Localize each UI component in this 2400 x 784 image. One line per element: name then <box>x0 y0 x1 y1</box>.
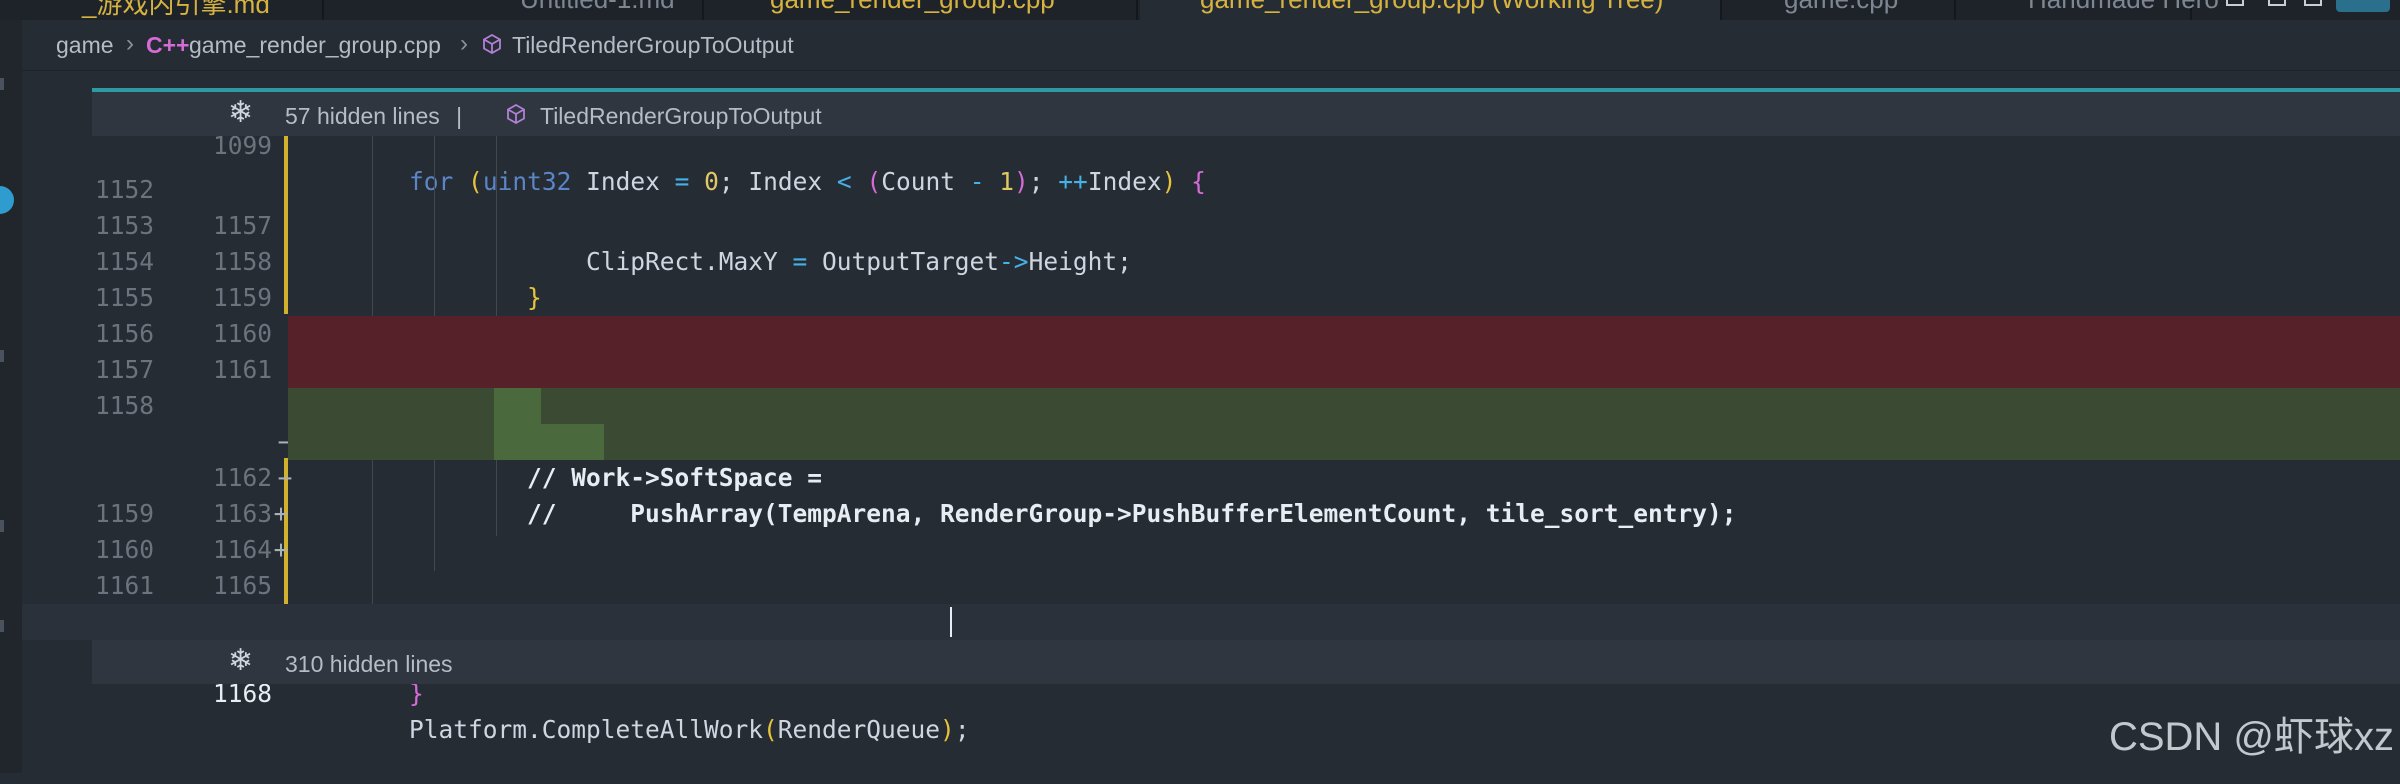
fold-symbol[interactable]: TiledRenderGroupToOutput <box>540 103 822 130</box>
deleted-line-bg: Work->SoftSpace = <box>288 316 2400 384</box>
code-line: 1159 1164 <box>22 460 2400 564</box>
tab-strip: _游戏内引擎.md Untitled-1.md game_render_grou… <box>0 0 2400 20</box>
text-cursor <box>950 607 952 637</box>
activity-marker <box>0 520 4 532</box>
code-line: 1161 1166 } <box>22 532 2400 672</box>
unfold-icon[interactable]: ❄ <box>228 643 253 678</box>
inserted-line-bg: // PushArray(TempArena, RenderGroup->Pus… <box>288 424 2400 528</box>
tab-working-tree-diff[interactable]: game_render_group.cpp (Working Tree) <box>1140 0 1722 20</box>
method-cube-icon <box>507 104 525 124</box>
fold-label: 57 hidden lines | <box>285 103 462 130</box>
code-line-current: 1163 1168 Platform.CompleteAllWork(Rende… <box>22 604 2400 744</box>
tab-label: Untitled-1.md <box>520 0 675 15</box>
source-control-badge-icon[interactable] <box>0 186 14 214</box>
activity-marker <box>0 620 4 632</box>
code-line: 1153 1158 } <box>22 172 2400 312</box>
tab-game-render-group[interactable]: game_render_group.cpp <box>706 0 1138 20</box>
inserted-line-bg: // Work->SoftSpace = <box>288 388 2400 492</box>
tab-label: game_render_group.cpp (Working Tree) <box>1200 0 1663 15</box>
split-editor-icon[interactable] <box>2226 0 2244 6</box>
watermark: CSDN @虾球xz <box>2108 715 2394 759</box>
unfold-icon[interactable]: ❄ <box>228 95 253 130</box>
code-line: 1098 1099 for (uint32 Index = 0; Index <… <box>22 56 2400 196</box>
toggle-layout-icon[interactable] <box>2268 0 2286 6</box>
activity-marker <box>0 78 4 90</box>
hidden-lines-count: 57 hidden lines <box>285 103 440 129</box>
code-line: 1152 1157 ClipRect.MaxY = OutputTarget->… <box>22 136 2400 276</box>
tab-untitled[interactable]: Untitled-1.md <box>450 0 704 20</box>
inline-change-highlight <box>494 388 541 424</box>
code-text: Platform.CompleteAllWork(RenderQueue); <box>350 715 970 744</box>
code-line: 1160 1165 Platform.AddEntry(RenderQueue,… <box>22 496 2400 636</box>
diff-editor[interactable]: 1098 1099 for (uint32 Index = 0; Index <… <box>22 70 2400 773</box>
breadcrumb-symbol[interactable]: TiledRenderGroupToOutput <box>512 32 794 59</box>
tab-game-cpp[interactable]: game.cpp <box>1724 0 1956 20</box>
inline-change-highlight <box>494 424 604 460</box>
fold-separator: | <box>456 103 463 129</box>
tab-label: game_render_group.cpp <box>770 0 1055 15</box>
code-line: 1154 1159 Work->RenderGroup = RenderGrou… <box>22 208 2400 348</box>
tab-label: game.cpp <box>1784 0 1898 15</box>
hidden-lines-count: 310 hidden lines <box>285 651 453 677</box>
breadcrumb-folder[interactable]: game <box>56 32 114 59</box>
tab-label: _游戏内引擎.md <box>82 0 270 19</box>
method-cube-icon <box>483 34 501 54</box>
account-badge-icon[interactable] <box>2336 0 2390 12</box>
cpp-file-icon: C++ <box>146 32 190 58</box>
breadcrumb-file[interactable]: game_render_group.cpp <box>189 32 441 59</box>
chevron-right-icon: › <box>460 30 468 57</box>
tab-label: Handmade Hero <box>2028 0 2219 15</box>
activity-bar <box>0 0 22 773</box>
code-line: 1156 1161 Work->ClipRect = ClipRect; <box>22 280 2400 420</box>
code-line: 1162 1167 } <box>22 568 2400 708</box>
activity-marker <box>0 350 4 362</box>
deleted-line-bg: PushArray(TempArena, RenderGroup->PushBu… <box>288 352 2400 420</box>
more-actions-icon[interactable] <box>2304 0 2322 6</box>
code-line: 1155 1160 Work->OutputTarget = OutputTar… <box>22 244 2400 384</box>
hidden-lines-fold[interactable]: ❄ 57 hidden lines | TiledRenderGroupToOu… <box>92 92 2400 136</box>
tab-notes-md[interactable]: _游戏内引擎.md <box>22 0 324 20</box>
hidden-lines-fold[interactable]: ❄ 310 hidden lines <box>92 640 2400 684</box>
tab-handmade-hero[interactable]: Handmade Hero <box>1958 0 2219 20</box>
chevron-right-icon: › <box>126 30 134 57</box>
